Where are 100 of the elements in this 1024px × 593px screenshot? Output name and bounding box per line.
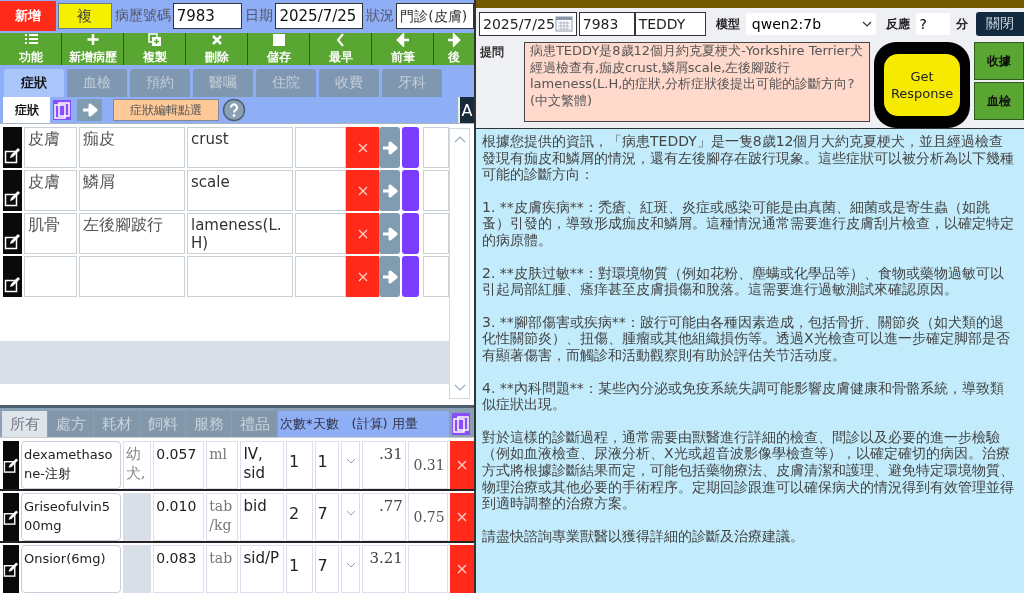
help-icon — [222, 98, 246, 122]
delete-button[interactable] — [449, 545, 474, 593]
table-cell: 0.31 — [407, 441, 448, 489]
table-cell: 0.057 — [153, 441, 205, 489]
edit-button[interactable] — [3, 256, 22, 297]
edit-button[interactable] — [3, 493, 19, 541]
input-field[interactable]: 1 — [285, 545, 313, 593]
caret-icon — [345, 510, 356, 516]
input-field[interactable]: 7983 — [172, 3, 243, 29]
input-field[interactable]: 2 — [285, 493, 313, 541]
edit-button[interactable]: 症狀編輯點選 — [113, 99, 219, 121]
table-cell: 皮膚 — [24, 170, 77, 211]
edit-button[interactable] — [3, 545, 19, 593]
edit-icon — [3, 456, 19, 474]
arrow-button[interactable] — [379, 213, 400, 254]
scroll-up-icon — [453, 135, 466, 143]
sub-tab[interactable]: 症狀 — [3, 97, 50, 123]
table-cell — [423, 256, 449, 297]
response-paragraph: 2. **皮肤过敏**：對環境物質（例如花粉、塵螨或化學品等）、食物或藥物過敏可以引起局部紅腫、瘙痒甚至皮膚損傷和脫落。這需要進行過敏測試來確認原因。 — [482, 264, 1005, 298]
column-header: 次數*天數 (計算) 用量 — [278, 411, 449, 437]
arrow-button[interactable] — [379, 127, 400, 168]
table-cell: 3.21 — [362, 545, 406, 593]
table-cell — [295, 256, 346, 297]
close-icon — [357, 271, 368, 282]
table-cell: .77 — [362, 493, 406, 541]
close-icon — [456, 512, 467, 522]
list-icon — [23, 33, 38, 47]
close-button[interactable]: 關閉 — [976, 12, 1024, 36]
caret-icon — [861, 21, 872, 27]
table-cell — [423, 170, 449, 211]
delete-button[interactable] — [449, 441, 474, 489]
field-label: 病歷號碼 — [114, 7, 171, 25]
color-button[interactable] — [402, 127, 419, 168]
date-field[interactable]: 2025/7/25 — [479, 12, 577, 36]
table-cell — [24, 256, 77, 297]
arrow-right-icon — [381, 268, 398, 285]
side-button[interactable]: A — [458, 97, 474, 123]
copy-button[interactable] — [452, 413, 470, 435]
response-paragraph: 請盡快諮詢專業獸醫以獲得詳細的診斷及治療建議。 — [482, 527, 805, 545]
arrow-button[interactable] — [77, 99, 102, 121]
unit-label: 分 — [956, 15, 969, 33]
copy-button[interactable] — [53, 100, 71, 120]
side-button[interactable]: 收據 — [974, 42, 1024, 80]
table-cell: 0.083 — [153, 545, 205, 593]
tab[interactable]: 所有 — [2, 411, 47, 437]
arrow-right-icon — [381, 225, 398, 242]
copy-button[interactable]: 複 — [57, 3, 112, 29]
close-icon — [209, 33, 224, 47]
delete-button[interactable] — [449, 493, 474, 541]
arrow-button[interactable] — [379, 256, 400, 297]
input-field[interactable]: ? — [915, 13, 951, 35]
arrow-right-icon — [381, 182, 398, 199]
copy-icon — [54, 101, 70, 119]
square-icon — [271, 33, 286, 47]
edit-icon — [4, 190, 21, 207]
table-cell — [122, 493, 152, 541]
table-cell: dexamethasone-注射 — [21, 441, 121, 489]
field-label: 反應 — [885, 15, 910, 33]
table-cell: lameness(L.H) — [187, 213, 293, 254]
table-cell: 肌骨 — [24, 213, 77, 254]
new-button[interactable]: 新增 — [0, 1, 56, 31]
tab[interactable]: 症狀 — [4, 69, 64, 97]
table-cell — [423, 213, 449, 254]
color-button[interactable] — [402, 170, 419, 211]
input-field[interactable]: TEDDY — [634, 12, 706, 36]
side-button[interactable]: 血檢 — [974, 82, 1024, 120]
table-cell: crust — [187, 127, 293, 168]
get-response-button[interactable]: Get Response — [884, 54, 961, 116]
input-field[interactable]: 7 — [314, 493, 340, 541]
table-cell: 0.010 — [153, 493, 205, 541]
input-field[interactable]: 1 — [314, 441, 340, 489]
input-field[interactable]: 7983 — [578, 12, 635, 36]
input-field[interactable]: 1 — [285, 441, 313, 489]
edit-button[interactable] — [3, 441, 19, 489]
table-cell: 皮膚 — [24, 127, 77, 168]
field-label: 模型 — [715, 15, 740, 33]
response-paragraph: 3. **腳部傷害或疾病**：跛行可能由各種因素造成，包括骨折、關節炎（如犬類的退化性關節炎）、扭傷、腫瘤或其他組織損伤等。透過X光檢查可以進一步確定脚部是否有顯著傷害，而觸診和活動觀察則有助於評估关节活动度。 — [482, 313, 1011, 364]
color-button[interactable] — [402, 256, 419, 297]
table-cell: .31 — [362, 441, 406, 489]
prompt-field[interactable]: 病患TEDDY是8歲12個月約克夏梗犬-Yorkshire Terrier犬經過檢查有,痂皮crust,鱗屑scale,左後腳跛行lameness(L.H,的症狀,分析症狀後提出可能的診斷方向?(中文繁體) — [523, 42, 871, 122]
input-field[interactable]: 7 — [314, 545, 340, 593]
scrollbar[interactable] — [449, 128, 470, 399]
input-field[interactable]: 2025/7/25 — [275, 3, 364, 29]
color-button[interactable] — [402, 213, 419, 254]
table-cell: sid/P — [240, 545, 284, 593]
edit-button[interactable] — [3, 170, 22, 211]
edit-button[interactable] — [3, 213, 22, 254]
table-cell: 0.75 — [407, 493, 448, 541]
table-cell: tab — [206, 545, 239, 593]
arrow-button[interactable] — [379, 170, 400, 211]
edit-button[interactable] — [3, 127, 22, 168]
model-select[interactable]: qwen2:7b — [745, 13, 876, 35]
caret-icon — [345, 562, 356, 568]
close-icon — [456, 460, 467, 470]
close-icon — [357, 142, 368, 153]
input-field[interactable]: 門診(皮膚) — [396, 3, 474, 29]
field-label: 狀況 — [366, 7, 395, 25]
table-cell: 痂皮 — [79, 127, 185, 168]
table-cell: Onsior(6mg) — [21, 545, 121, 593]
close-icon — [357, 185, 368, 196]
